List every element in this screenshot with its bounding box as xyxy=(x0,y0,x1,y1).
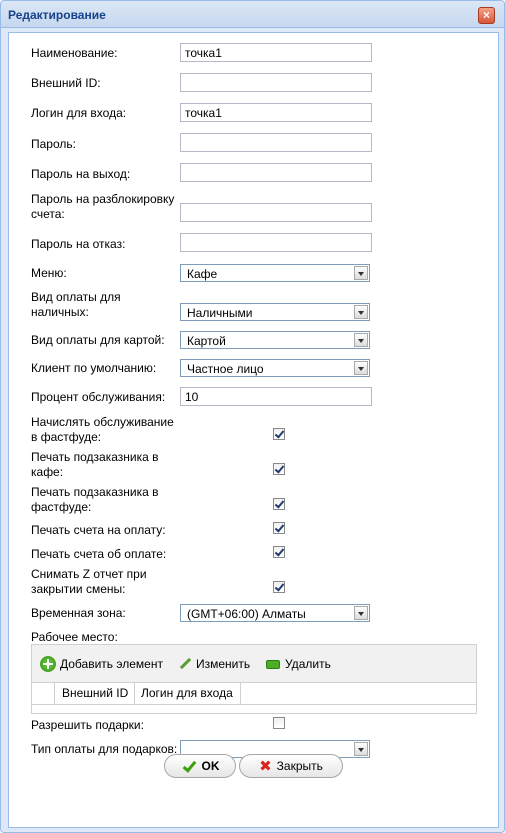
dialog-titlebar[interactable]: Редактирование × xyxy=(1,1,504,28)
print-receipt-checkbox[interactable] xyxy=(273,546,285,558)
cash-payment-select-value: Наличными xyxy=(187,306,253,320)
delete-icon xyxy=(265,656,281,672)
fastfood-service-label-line1: Начислять обслуживание xyxy=(31,415,174,429)
pencil-icon xyxy=(176,656,192,672)
workplace-grid: Добавить элемент Изменить Удалить Внешни… xyxy=(31,644,477,714)
chevron-down-icon[interactable] xyxy=(354,333,368,347)
menu-label: Меню: xyxy=(31,266,67,280)
default-client-select-value: Частное лицо xyxy=(187,362,264,376)
print-receipt-label: Печать счета об оплате: xyxy=(31,547,167,561)
service-percent-field[interactable] xyxy=(180,387,372,406)
add-icon xyxy=(40,656,56,672)
column-divider xyxy=(134,683,135,704)
refuse-password-label: Пароль на отказ: xyxy=(31,237,126,251)
fastfood-service-label-line2: в фастфуде: xyxy=(31,430,102,444)
name-field[interactable] xyxy=(180,43,372,62)
z-report-label-line1: Снимать Z отчет при xyxy=(31,567,147,581)
chevron-down-icon[interactable] xyxy=(354,606,368,620)
dialog-body: Наименование: Внешний ID: Логин для вход… xyxy=(8,32,499,828)
print-sub-fastfood-label-line2: фастфуде: xyxy=(31,500,92,514)
card-payment-select[interactable]: Картой xyxy=(180,331,370,349)
exit-password-label: Пароль на выход: xyxy=(31,167,131,181)
close-icon[interactable]: × xyxy=(478,7,495,24)
card-payment-label: Вид оплаты для картой: xyxy=(31,333,165,347)
default-client-select[interactable]: Частное лицо xyxy=(180,359,370,377)
close-button[interactable]: ✖ Закрыть xyxy=(239,754,343,778)
unlock-password-field[interactable] xyxy=(180,203,372,222)
print-invoice-label: Печать счета на оплату: xyxy=(31,523,166,537)
print-invoice-checkbox[interactable] xyxy=(273,522,285,534)
gift-payment-label: Тип оплаты для подарков: xyxy=(31,742,178,756)
name-label: Наименование: xyxy=(31,46,118,60)
fastfood-service-checkbox[interactable] xyxy=(273,428,285,440)
column-divider xyxy=(54,683,55,704)
delete-button[interactable]: Удалить xyxy=(265,656,331,672)
z-report-checkbox[interactable] xyxy=(273,581,285,593)
login-label: Логин для входа: xyxy=(31,106,127,120)
timezone-label: Временная зона: xyxy=(31,606,126,620)
z-report-label-line2: закрытии смены: xyxy=(31,582,126,596)
menu-select-value: Кафе xyxy=(187,267,218,281)
chevron-down-icon[interactable] xyxy=(354,742,368,756)
external-id-label: Внешний ID: xyxy=(31,76,101,90)
allow-gifts-checkbox[interactable] xyxy=(273,717,285,729)
allow-gifts-label: Разрешить подарки: xyxy=(31,718,144,732)
print-sub-fastfood-label-line1: Печать подзаказника в xyxy=(31,485,159,499)
close-button-label: Закрыть xyxy=(276,759,323,773)
menu-select[interactable]: Кафе xyxy=(180,264,370,282)
add-element-button[interactable]: Добавить элемент xyxy=(40,656,163,672)
timezone-select-value: (GMT+06:00) Алматы xyxy=(187,607,306,621)
column-divider xyxy=(240,683,241,704)
grid-toolbar: Добавить элемент Изменить Удалить xyxy=(32,645,476,683)
password-label: Пароль: xyxy=(31,137,76,151)
card-payment-select-value: Картой xyxy=(187,334,226,348)
check-icon xyxy=(181,759,197,773)
chevron-down-icon[interactable] xyxy=(354,266,368,280)
delete-label: Удалить xyxy=(285,657,331,671)
password-field[interactable] xyxy=(180,133,372,152)
column-header-login[interactable]: Логин для входа xyxy=(141,686,233,700)
chevron-down-icon[interactable] xyxy=(354,361,368,375)
edit-button[interactable]: Изменить xyxy=(176,656,250,672)
login-field[interactable] xyxy=(180,103,372,122)
close-x-icon: ✖ xyxy=(259,758,272,775)
service-percent-label: Процент обслуживания: xyxy=(31,390,166,404)
unlock-password-label-line2: счета: xyxy=(31,207,65,221)
cash-payment-select[interactable]: Наличными xyxy=(180,303,370,321)
timezone-select[interactable]: (GMT+06:00) Алматы xyxy=(180,604,370,622)
add-element-label: Добавить элемент xyxy=(60,657,163,671)
default-client-label: Клиент по умолчанию: xyxy=(31,361,157,375)
edit-label: Изменить xyxy=(196,657,251,671)
grid-header: Внешний ID Логин для входа xyxy=(32,683,476,705)
edit-dialog: Редактирование × Наименование: Внешний I… xyxy=(0,0,505,833)
external-id-field[interactable] xyxy=(180,73,372,92)
workplace-label: Рабочее место: xyxy=(31,630,118,644)
dialog-title: Редактирование xyxy=(8,8,106,22)
print-sub-cafe-label-line1: Печать подзаказника в xyxy=(31,450,159,464)
cash-payment-label-line1: Вид оплаты для xyxy=(31,290,121,304)
column-header-external-id[interactable]: Внешний ID xyxy=(62,686,128,700)
chevron-down-icon[interactable] xyxy=(354,305,368,319)
unlock-password-label-line1: Пароль на разблокировку xyxy=(31,192,175,206)
print-sub-fastfood-checkbox[interactable] xyxy=(273,498,285,510)
cash-payment-label-line2: наличных: xyxy=(31,305,89,319)
refuse-password-field[interactable] xyxy=(180,233,372,252)
ok-button[interactable]: OK xyxy=(164,754,236,778)
exit-password-field[interactable] xyxy=(180,163,372,182)
print-sub-cafe-label-line2: кафе: xyxy=(31,465,64,479)
ok-button-label: OK xyxy=(201,759,220,773)
print-sub-cafe-checkbox[interactable] xyxy=(273,463,285,475)
